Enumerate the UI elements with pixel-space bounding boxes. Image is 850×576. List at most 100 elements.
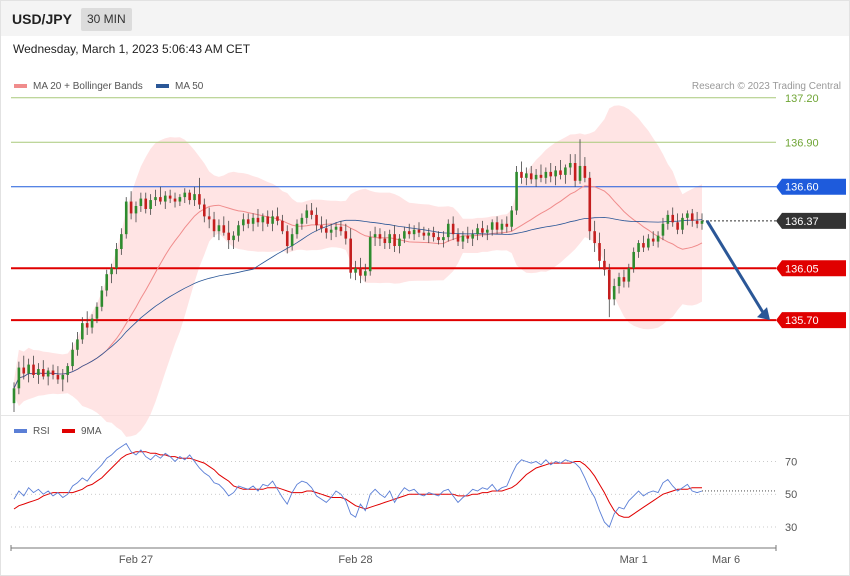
candle-body	[183, 192, 187, 198]
candle-body	[427, 232, 431, 236]
candle-body	[651, 238, 655, 242]
candle-body	[398, 238, 401, 247]
candle-body	[486, 229, 489, 233]
candle-body	[627, 268, 631, 282]
candle-body	[578, 165, 582, 181]
candle-body	[66, 366, 69, 375]
candle-body	[700, 220, 704, 224]
candle-body	[202, 204, 206, 217]
candle-body	[217, 225, 221, 232]
projection-arrow-head	[757, 307, 770, 321]
candle-body	[505, 223, 509, 227]
candle-body	[71, 349, 74, 367]
candle-body	[212, 219, 216, 232]
candle-body	[403, 231, 406, 239]
chart-canvas: 137.20 136.90 136.60 136.37 136.05 135.70 70 50…	[10, 93, 846, 566]
candle-body	[690, 213, 694, 221]
candle-body	[261, 216, 265, 223]
candle-body	[490, 222, 494, 230]
candle-body	[56, 374, 60, 380]
candle-body	[598, 243, 601, 261]
candle-body	[237, 225, 240, 236]
candle-body	[51, 370, 55, 375]
candle-body	[100, 290, 104, 307]
candle-body	[344, 231, 348, 239]
candle-body	[271, 216, 274, 224]
candle-body	[549, 171, 553, 177]
candle-body	[437, 237, 440, 241]
candle-body	[388, 234, 392, 244]
candle-body	[46, 370, 50, 377]
candle-body	[198, 194, 201, 205]
candle-body	[588, 177, 592, 232]
candle-body	[695, 220, 699, 224]
candle-body	[520, 171, 523, 178]
candle-body	[573, 163, 577, 181]
candle-body	[593, 231, 596, 244]
candle-body	[451, 223, 455, 235]
candle-body	[422, 232, 426, 236]
candle-body	[285, 231, 289, 247]
candle-body	[149, 200, 152, 209]
candle-body	[290, 234, 294, 247]
candle-body	[324, 228, 328, 233]
candle-body	[227, 232, 230, 241]
candle-body	[105, 274, 109, 291]
candle-body	[193, 194, 196, 201]
candle-body	[159, 197, 162, 202]
candle-body	[178, 197, 182, 202]
candle-body	[529, 173, 533, 180]
candle-body	[232, 235, 235, 241]
candle-body	[661, 223, 665, 236]
candle-body	[495, 222, 499, 230]
candle-body	[666, 214, 670, 224]
x-tick-label: Mar 1	[620, 554, 648, 566]
candle-body	[168, 195, 172, 199]
candle-body	[173, 198, 177, 202]
candle-body	[637, 243, 640, 252]
candle-body	[349, 238, 352, 273]
candle-body	[276, 216, 279, 221]
candle-body	[256, 217, 260, 223]
candle-body	[310, 210, 313, 215]
candle	[368, 231, 372, 276]
candle-body	[544, 171, 548, 178]
candle	[124, 197, 128, 239]
candle-body	[339, 226, 343, 232]
candle-body	[681, 217, 684, 230]
candle-body	[222, 225, 226, 233]
x-tick-label: Feb 27	[119, 554, 153, 566]
level-label-136.05: 136.05	[785, 263, 819, 275]
candle-body	[515, 171, 518, 211]
candle-body	[246, 219, 250, 224]
candle-body	[612, 286, 616, 300]
candle-body	[476, 228, 479, 235]
candle	[588, 171, 592, 241]
candle-body	[647, 238, 650, 248]
candle-body	[607, 269, 611, 300]
candle-body	[412, 229, 416, 235]
candle-body	[281, 220, 284, 232]
candle-body	[481, 228, 484, 233]
candle-body	[364, 271, 367, 276]
candle-body	[446, 223, 450, 238]
level-label-137.20: 137.20	[785, 93, 819, 105]
candle-body	[27, 364, 30, 374]
candle-body	[510, 210, 514, 227]
candle-body	[329, 229, 333, 233]
candle-body	[583, 165, 587, 178]
candle-body	[676, 222, 679, 230]
candle-body	[500, 223, 504, 230]
candle-body	[359, 268, 362, 276]
candle-body	[207, 216, 211, 220]
candle-body	[417, 229, 421, 233]
candle-body	[163, 195, 167, 202]
candle-body	[41, 369, 45, 377]
candle-body	[300, 217, 304, 224]
candle-body	[22, 367, 26, 374]
candle-body	[12, 388, 16, 404]
candle-body	[115, 248, 118, 269]
candle-body	[373, 234, 377, 238]
candle-body	[432, 232, 435, 238]
candle-body	[242, 219, 245, 226]
